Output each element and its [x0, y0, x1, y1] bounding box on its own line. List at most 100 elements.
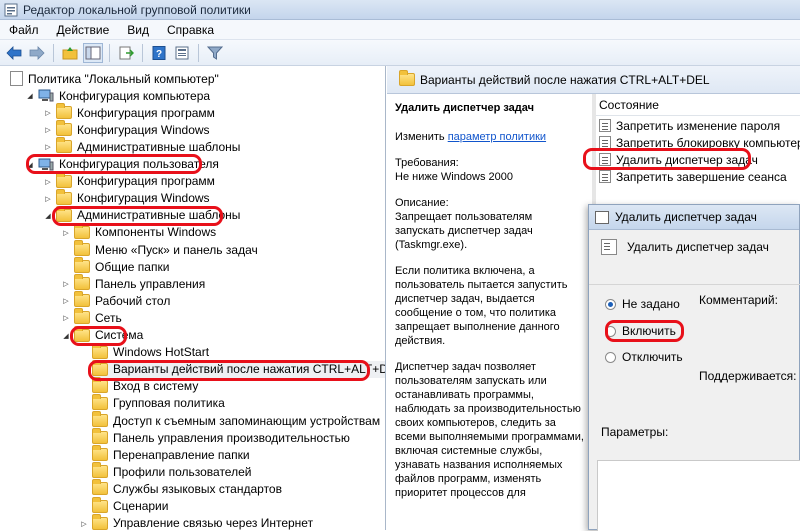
folder-icon	[92, 376, 108, 393]
computer-icon	[38, 158, 54, 171]
tree-node[interactable]: Компоненты Windows	[74, 222, 217, 241]
export-list-button[interactable]	[116, 43, 136, 63]
radio-disable[interactable]: Отключить	[605, 350, 683, 364]
tree-node[interactable]: Конфигурация компьютера	[38, 87, 210, 104]
menu-help[interactable]: Справка	[158, 23, 223, 37]
tree-node[interactable]: Рабочий стол	[74, 291, 170, 309]
tree-node-label: Компоненты Windows	[95, 225, 217, 240]
collapsed-arrow-icon[interactable]: ▷	[62, 314, 70, 322]
folder-icon	[74, 222, 90, 239]
tree-node-label: Политика "Локальный компьютер"	[28, 71, 219, 86]
tree-node-label: Панель управления	[95, 276, 206, 291]
policy-setting-icon	[599, 119, 611, 132]
folder-icon	[92, 445, 108, 462]
tree-node[interactable]: Службы языковых стандартов	[92, 479, 282, 497]
tree-node[interactable]: Общие папки	[74, 257, 170, 275]
policy-item-label: Запретить завершение сеанса	[616, 169, 787, 184]
toolbar-separator	[53, 43, 54, 62]
tree-node[interactable]: Windows HotStart	[92, 342, 209, 361]
expanded-arrow-icon[interactable]: ◢	[26, 161, 34, 169]
policy-item-remove-task-manager[interactable]: Удалить диспетчер задач	[596, 151, 758, 168]
tree-node-label: Меню «Пуск» и панель задач	[95, 242, 258, 257]
tree-node[interactable]: Конфигурация пользователя	[38, 156, 219, 173]
policy-item-prevent-password-change[interactable]: Запретить изменение пароля	[596, 117, 780, 134]
expanded-arrow-icon[interactable]: ◢	[26, 92, 34, 100]
tree-node[interactable]: Панель управления	[74, 274, 206, 292]
tree-node-label: Конфигурация компьютера	[59, 88, 211, 103]
collapsed-arrow-icon[interactable]: ▷	[62, 280, 70, 288]
radio-label: Отключить	[622, 350, 683, 364]
tree-node[interactable]: Система	[74, 325, 144, 344]
help-button[interactable]: ?	[149, 43, 169, 63]
title-bar: Редактор локальной групповой политики	[0, 0, 800, 20]
policy-document-icon	[10, 71, 23, 86]
menu-bar: Файл Действие Вид Справка	[0, 20, 800, 40]
collapsed-arrow-icon[interactable]: ▷	[62, 297, 70, 305]
radio-enable[interactable]: Включить	[605, 324, 676, 338]
properties-icon	[175, 46, 189, 59]
tree-node[interactable]: Сеть	[74, 308, 122, 326]
tree-node[interactable]: Конфигурация Windows	[56, 188, 210, 207]
menu-file[interactable]: Файл	[0, 23, 48, 37]
tree-node-label: Конфигурация программ	[77, 105, 215, 120]
collapsed-arrow-icon[interactable]: ▷	[44, 195, 52, 203]
tree-node-label: Панель управления производительностью	[113, 430, 350, 445]
tree-node[interactable]: Управление связью через Интернет	[92, 513, 313, 530]
folder-icon	[56, 188, 72, 205]
tree-node-label: Сценарии	[113, 499, 169, 513]
tree-node[interactable]: Конфигурация программ	[56, 171, 215, 190]
filter-button[interactable]	[205, 43, 225, 63]
collapsed-arrow-icon[interactable]: ▷	[44, 178, 52, 186]
policy-title: Удалить диспетчер задач	[395, 102, 535, 114]
back-button[interactable]	[4, 43, 24, 63]
tree-node[interactable]: Групповая политика	[92, 393, 225, 412]
show-hide-tree-button[interactable]	[83, 42, 103, 63]
expanded-arrow-icon[interactable]: ◢	[44, 212, 52, 220]
tree-node[interactable]: Профили пользователей	[92, 462, 251, 480]
policy-item-prevent-lock[interactable]: Запретить блокировку компьютера	[596, 134, 800, 151]
menu-view[interactable]: Вид	[118, 23, 158, 37]
column-header-state[interactable]: Состояние	[596, 94, 800, 116]
policy-item-prevent-logoff[interactable]: Запретить завершение сеанса	[596, 168, 787, 185]
folder-icon	[56, 205, 72, 222]
svg-text:?: ?	[156, 49, 162, 60]
folder-icon	[92, 342, 108, 359]
tree-node-label: Система	[95, 328, 144, 342]
edit-prefix: Изменить	[395, 131, 445, 143]
tree-node[interactable]: Варианты действий после нажатия CTRL+ALT…	[92, 359, 385, 378]
tree-node[interactable]: Административные шаблоны	[56, 205, 240, 224]
export-icon	[119, 46, 134, 59]
collapsed-arrow-icon[interactable]: ▷	[62, 229, 70, 237]
requirements-label: Требования:	[395, 157, 459, 169]
folder-icon	[92, 479, 108, 496]
toolbar-separator	[109, 43, 110, 62]
tree-node[interactable]: Меню «Пуск» и панель задач	[74, 240, 258, 258]
collapsed-arrow-icon[interactable]: ▷	[44, 143, 52, 151]
tree-node[interactable]: Вход в систему	[92, 376, 198, 395]
tree-node[interactable]: Административные шаблоны	[56, 137, 240, 155]
radio-label: Включить	[622, 324, 676, 338]
properties-button[interactable]	[172, 43, 192, 63]
up-folder-button[interactable]	[60, 43, 80, 63]
tree-node[interactable]: Перенаправление папки	[92, 445, 250, 463]
tree-node-label: Общие папки	[95, 259, 170, 274]
collapsed-arrow-icon[interactable]: ▷	[44, 109, 52, 117]
tree-node-label: Сеть	[95, 310, 122, 325]
tree-node[interactable]: Конфигурация программ	[56, 103, 215, 121]
description-paragraph-3: Диспетчер задач позволяет пользователям …	[395, 361, 584, 499]
tree-node[interactable]: Панель управления производительностью	[92, 428, 350, 446]
policy-item-label: Запретить блокировку компьютера	[616, 135, 800, 150]
radio-not-configured[interactable]: Не задано	[605, 297, 680, 311]
tree-node[interactable]: Конфигурация Windows	[56, 120, 210, 138]
collapsed-arrow-icon[interactable]: ▷	[80, 520, 88, 528]
tree-node[interactable]: Сценарии	[92, 496, 169, 515]
tree-node[interactable]: Политика "Локальный компьютер"	[10, 70, 219, 87]
collapsed-arrow-icon[interactable]: ▷	[44, 126, 52, 134]
edit-policy-link[interactable]: параметр политики	[448, 131, 546, 143]
tree-node[interactable]: Доступ к съемным запоминающим устройства…	[92, 411, 380, 429]
folder-icon	[74, 308, 90, 325]
forward-button[interactable]	[27, 43, 47, 63]
expanded-arrow-icon[interactable]: ◢	[62, 332, 70, 340]
menu-action[interactable]: Действие	[48, 23, 119, 37]
folder-icon	[74, 240, 90, 256]
